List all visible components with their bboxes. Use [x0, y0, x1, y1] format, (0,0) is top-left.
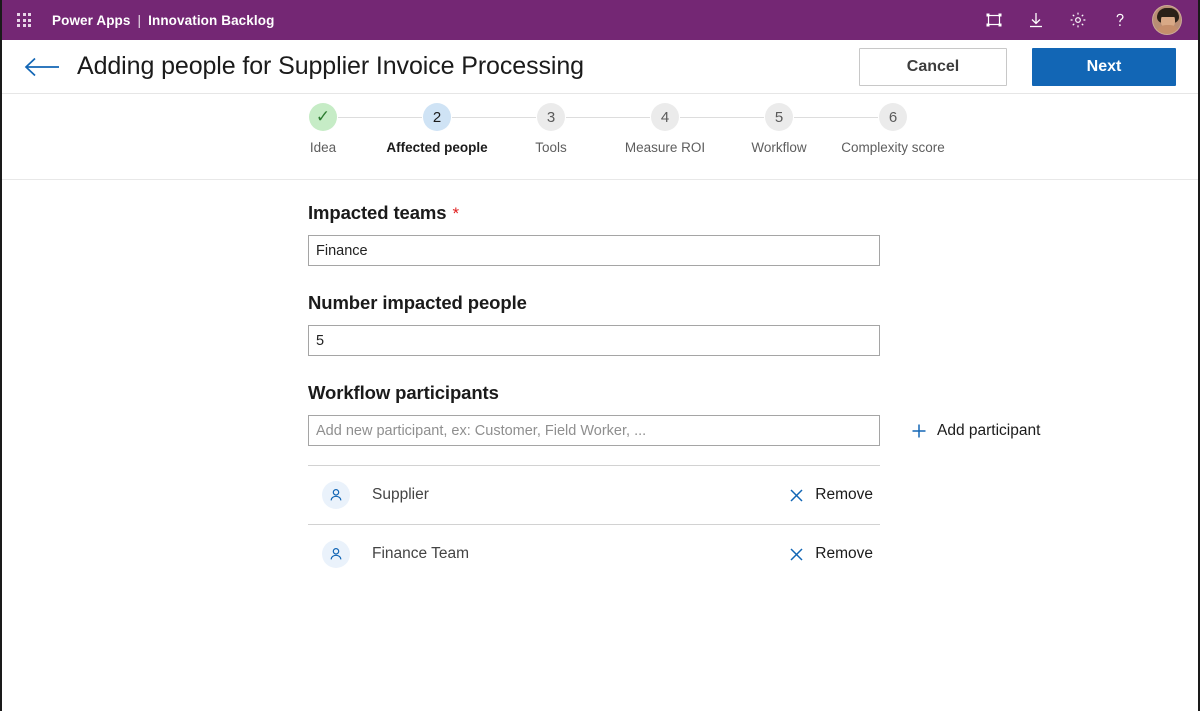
step-2[interactable]: 2 Affected people [377, 103, 497, 157]
suite-actions [984, 5, 1188, 35]
number-impacted-people-input[interactable] [308, 325, 880, 356]
plus-icon [910, 422, 928, 440]
step-label: Complexity score [841, 140, 945, 155]
new-participant-input[interactable] [308, 415, 880, 446]
app-launcher-icon[interactable] [8, 4, 40, 36]
step-1[interactable]: ✓ Idea [263, 103, 383, 157]
gear-icon[interactable] [1068, 10, 1088, 30]
app-name[interactable]: Innovation Backlog [148, 13, 274, 28]
download-icon[interactable] [1026, 10, 1046, 30]
impacted-teams-label-text: Impacted teams [308, 202, 447, 223]
remove-participant-button[interactable]: Remove [788, 486, 873, 504]
step-label: Idea [309, 140, 337, 155]
step-check-icon: ✓ [309, 103, 337, 131]
help-icon[interactable] [1110, 10, 1130, 30]
remove-label: Remove [815, 486, 873, 503]
person-icon [322, 481, 350, 509]
step-label: Tools [535, 140, 567, 155]
person-icon [322, 540, 350, 568]
fit-to-screen-icon[interactable] [984, 10, 1004, 30]
close-icon [788, 546, 805, 563]
user-avatar[interactable] [1152, 5, 1182, 35]
suite-brand: Power Apps | Innovation Backlog [52, 13, 274, 28]
field-workflow-participants: Workflow participants [308, 382, 880, 404]
add-participant-row: Add participant [308, 415, 1198, 446]
back-arrow-icon[interactable] [22, 50, 62, 84]
step-number: 2 [423, 103, 451, 131]
step-number: 5 [765, 103, 793, 131]
brand-divider: | [137, 12, 142, 28]
impacted-teams-label: Impacted teams * [308, 202, 880, 224]
participant-name: Finance Team [372, 545, 470, 562]
step-3[interactable]: 3 Tools [491, 103, 611, 157]
step-label: Workflow [751, 140, 807, 155]
number-impacted-people-label: Number impacted people [308, 292, 880, 314]
number-impacted-people-label-text: Number impacted people [308, 292, 527, 313]
remove-participant-button[interactable]: Remove [788, 545, 873, 563]
participant-name: Supplier [372, 486, 429, 503]
close-icon [788, 487, 805, 504]
participant-row: Supplier Remove [308, 466, 880, 524]
impacted-teams-input[interactable] [308, 235, 880, 266]
workflow-participants-label: Workflow participants [308, 382, 880, 404]
brand-name[interactable]: Power Apps [52, 13, 131, 28]
step-label: Measure ROI [624, 140, 706, 155]
header-actions: Cancel Next [859, 47, 1176, 86]
suite-bar: Power Apps | Innovation Backlog [2, 0, 1198, 40]
step-number: 3 [537, 103, 565, 131]
page-title: Adding people for Supplier Invoice Proce… [77, 52, 584, 80]
next-button[interactable]: Next [1032, 47, 1176, 86]
app-window: Power Apps | Innovation Backlog Adding p… [0, 0, 1200, 711]
add-participant-label: Add participant [937, 421, 1041, 439]
cancel-button[interactable]: Cancel [859, 47, 1007, 86]
step-number: 6 [879, 103, 907, 131]
wizard-stepper: ✓ Idea 2 Affected people 3 Tools 4 Measure ROI 5… [2, 94, 1198, 180]
step-4[interactable]: 4 Measure ROI [605, 103, 725, 157]
add-participant-button[interactable]: Add participant [910, 422, 1040, 440]
page-header: Adding people for Supplier Invoice Proce… [2, 40, 1198, 94]
step-6[interactable]: 6 Complexity score [833, 103, 953, 157]
remove-label: Remove [815, 545, 873, 562]
field-number-impacted-people: Number impacted people [308, 292, 880, 356]
required-asterisk: * [452, 204, 459, 223]
step-5[interactable]: 5 Workflow [719, 103, 839, 157]
participant-row: Finance Team Remove [308, 525, 880, 583]
participant-list: Supplier Remove Finance Team Remove [308, 465, 880, 583]
workflow-participants-label-text: Workflow participants [308, 382, 499, 403]
form-body: Impacted teams * Number impacted people … [2, 180, 1198, 583]
step-label: Affected people [386, 140, 488, 155]
step-number: 4 [651, 103, 679, 131]
field-impacted-teams: Impacted teams * [308, 202, 880, 266]
